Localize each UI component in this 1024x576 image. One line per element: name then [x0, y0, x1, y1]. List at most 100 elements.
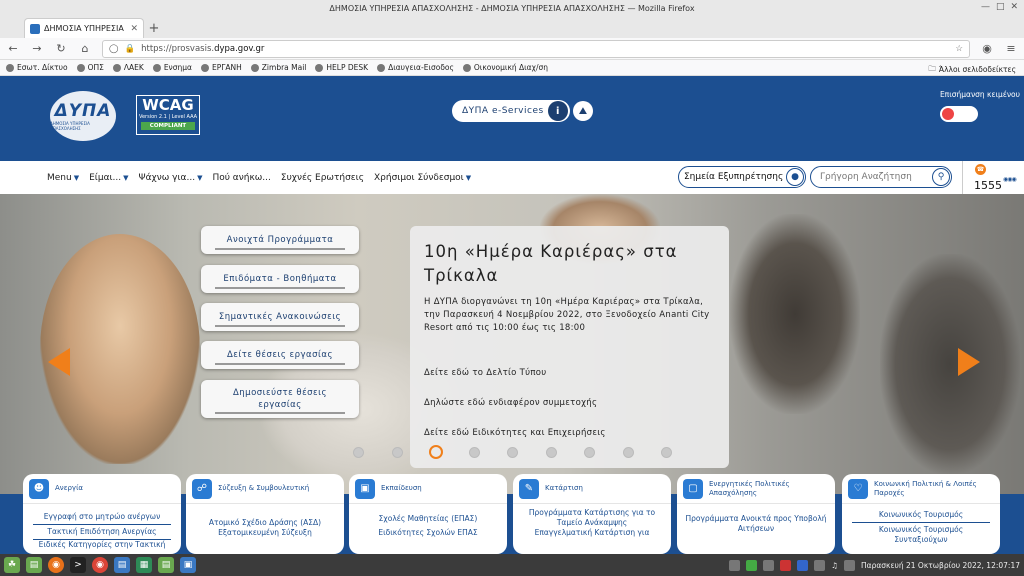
chrome-icon[interactable]: ◉ — [92, 557, 108, 573]
menu-item[interactable]: Ψάχνω για... ▼ — [139, 173, 203, 183]
bookmark-item[interactable]: HELP DESK — [315, 63, 368, 72]
card-education[interactable]: ▣ Εκπαίδευση Σχολές Μαθητείας (ΕΠΑΣ) Ειδι… — [349, 474, 507, 554]
phone-contact[interactable]: ☎ 1555 ◉◉◉ — [962, 161, 1024, 194]
bookmark-star-icon[interactable]: ☆ — [955, 44, 963, 54]
quick-button-post-jobs[interactable]: Δημοσιεύστε θέσεις εργασίας — [201, 380, 359, 418]
press-release-link[interactable]: Δείτε εδώ το Δελτίο Τύπου — [424, 368, 547, 378]
menu-item[interactable]: Πού ανήκω... — [212, 173, 270, 183]
flag-icon[interactable] — [797, 559, 809, 571]
slider-dot[interactable] — [468, 447, 480, 458]
quick-button-job-offers[interactable]: Δείτε θέσεις εργασίας — [201, 341, 359, 369]
specialties-link[interactable]: Δείτε εδώ Ειδικότητες και Επιχειρήσεις — [424, 428, 606, 438]
bookmark-item[interactable]: Οικονομική Διαχ/ση — [462, 63, 548, 72]
browser-tab[interactable]: ΔΗΜΟΣΙΑ ΥΠΗΡΕΣΙΑ ΑΠΑΣΧ ✕ — [24, 18, 144, 38]
quick-button-benefits[interactable]: Επιδόματα - Βοηθήματα — [201, 265, 359, 293]
lock-icon[interactable]: 🔒 — [125, 44, 136, 54]
slider-dot[interactable] — [545, 447, 557, 458]
card-link[interactable]: Εξατομικευμένη Σύζευξη — [186, 528, 344, 538]
location-pin-icon[interactable]: ● — [786, 168, 804, 186]
card-matching[interactable]: ☍ Σύζευξη & Συμβουλευτική Ατομικό Σχέδιο … — [186, 474, 344, 554]
bookmark-item[interactable]: Zimbra Mail — [250, 63, 306, 72]
app-icon[interactable]: ▣ — [180, 557, 196, 573]
reload-icon[interactable]: ↻ — [54, 42, 68, 55]
clock[interactable]: Παρασκευή 21 Οκτωβρίου 2022, 12:07:17 — [861, 561, 1020, 570]
close-icon[interactable]: ✕ — [1010, 2, 1018, 12]
terminal-icon[interactable]: > — [70, 557, 86, 573]
folder-icon[interactable]: ▤ — [158, 557, 174, 573]
slider-dot[interactable] — [429, 445, 443, 459]
card-link[interactable]: Ατομικό Σχέδιο Δράσης (ΑΣΔ) — [186, 518, 344, 528]
tray-app-icon[interactable] — [763, 559, 775, 571]
info-icon[interactable]: i — [548, 101, 568, 121]
tray-app-icon[interactable] — [780, 559, 792, 571]
document-icon[interactable]: ▤ — [114, 557, 130, 573]
card-link[interactable]: Σχολές Μαθητείας (ΕΠΑΣ) — [349, 514, 507, 524]
favicon-icon — [30, 23, 40, 34]
bookmark-item[interactable]: Εσωτ. Δίκτυο — [6, 63, 68, 72]
quick-search-input[interactable] — [820, 172, 930, 182]
slider-next-icon[interactable] — [958, 348, 980, 376]
card-link[interactable]: Εγγραφή στο μητρώο ανέργων — [33, 510, 171, 525]
slider-dot[interactable] — [661, 447, 672, 458]
card-unemployment[interactable]: ☻ Ανεργία Εγγραφή στο μητρώο ανέργων Τακτ… — [23, 474, 181, 554]
car-icon[interactable]: ⛰ — [573, 101, 593, 121]
other-bookmarks[interactable]: 🗀 Άλλοι σελιδοδείκτες — [928, 63, 1016, 76]
files-icon[interactable]: ▤ — [26, 557, 42, 573]
tray-app-icon[interactable] — [729, 559, 741, 571]
quick-button-open-programs[interactable]: Ανοιχτά Προγράμματα — [201, 226, 359, 254]
pocket-icon[interactable]: ◉ — [980, 42, 994, 55]
spreadsheet-icon[interactable]: ▦ — [136, 557, 152, 573]
back-icon[interactable]: ← — [6, 42, 20, 55]
card-link[interactable]: Προγράμματα Ανοικτά προς Υποβολή Αιτήσεω… — [677, 514, 835, 534]
card-link[interactable]: Ειδικές Κατηγορίες στην Τακτική — [23, 540, 181, 550]
menu-item[interactable]: Χρήσιμοι Σύνδεσμοι ▼ — [374, 173, 471, 183]
card-social-policy[interactable]: ♡ Κοινωνική Πολιτική & Λοιπές Παροχές Κοι… — [842, 474, 1000, 554]
maximize-icon[interactable]: □ — [996, 2, 1005, 12]
bookmark-item[interactable]: Ενσημα — [152, 63, 192, 72]
dypa-logo[interactable]: ΔΥΠΑ ΔΗΜΟΣΙΑ ΥΠΗΡΕΣΙΑ ΑΠΑΣΧΟΛΗΣΗΣ — [50, 91, 116, 141]
slider-dot[interactable] — [622, 447, 634, 458]
main-menu: Menu ▼ Είμαι... ▼ Ψάχνω για... ▼ Πού ανήκω... Σ… — [0, 173, 471, 183]
shield-tray-icon[interactable] — [746, 559, 758, 571]
tab-close-icon[interactable]: ✕ — [130, 24, 138, 34]
card-link[interactable]: Ειδικότητες Σχολών ΕΠΑΣ — [349, 528, 507, 538]
bookmark-item[interactable]: ΕΡΓΑΝΗ — [200, 63, 242, 72]
menu-item[interactable]: Menu ▼ — [47, 173, 79, 183]
slider-prev-icon[interactable] — [48, 348, 70, 376]
slider-dot[interactable] — [584, 447, 595, 458]
eservices-button[interactable]: ΔΥΠΑ e-Services i — [452, 100, 570, 122]
text-highlight-label: Επισήμανση κειμένου — [939, 90, 1020, 99]
start-menu-icon[interactable]: ☘ — [4, 557, 20, 573]
forward-icon[interactable]: → — [30, 42, 44, 55]
menu-item[interactable]: Είμαι... ▼ — [89, 173, 128, 183]
menu-item[interactable]: Συχνές Ερωτήσεις — [281, 173, 364, 183]
card-link[interactable]: Επαγγελματική Κατάρτιση για — [513, 528, 671, 538]
service-points-button[interactable]: Σημεία Εξυπηρέτησης ● — [678, 166, 806, 188]
minimize-icon[interactable]: — — [981, 2, 990, 12]
shield-icon[interactable]: ◯ — [109, 44, 119, 54]
menu-icon[interactable]: ≡ — [1004, 42, 1018, 55]
slider-dot[interactable] — [353, 447, 364, 458]
card-link[interactable]: Κοινωνικός Τουρισμός Συνταξιούχων — [842, 523, 1000, 545]
card-active-policies[interactable]: ▢ Ενεργητικές Πολιτικές Απασχόλησης Προγρ… — [677, 474, 835, 554]
url-bar[interactable]: ◯ 🔒 https://prosvasis.dypa.gov.gr ☆ — [102, 39, 970, 58]
network-icon[interactable] — [814, 559, 826, 571]
bookmark-item[interactable]: Διαυγεια-Εισοδος — [377, 63, 454, 72]
search-icon[interactable]: ⚲ — [932, 168, 950, 186]
register-interest-link[interactable]: Δηλώστε εδώ ενδιαφέρον συμμετοχής — [424, 398, 597, 408]
volume-icon[interactable] — [844, 559, 856, 571]
music-icon[interactable]: ♫ — [831, 561, 838, 570]
card-link[interactable]: Κοινωνικός Τουρισμός — [852, 508, 990, 523]
text-highlight-toggle[interactable] — [940, 106, 978, 122]
new-tab-button[interactable]: + — [144, 18, 164, 38]
quick-button-announcements[interactable]: Σημαντικές Ανακοινώσεις — [201, 303, 359, 331]
slider-dot[interactable] — [391, 447, 403, 458]
home-icon[interactable]: ⌂ — [78, 42, 92, 55]
card-link[interactable]: Τακτική Επιδότηση Ανεργίας — [33, 525, 171, 540]
slider-dot[interactable] — [507, 447, 518, 458]
bookmark-item[interactable]: ΟΠΣ — [76, 63, 104, 72]
card-link[interactable]: Προγράμματα Κατάρτισης για το Ταμείο Ανά… — [513, 508, 671, 528]
firefox-icon[interactable]: ◉ — [48, 557, 64, 573]
bookmark-item[interactable]: ΛΑΕΚ — [112, 63, 144, 72]
card-training[interactable]: ✎ Κατάρτιση Προγράμματα Κατάρτισης για το… — [513, 474, 671, 554]
